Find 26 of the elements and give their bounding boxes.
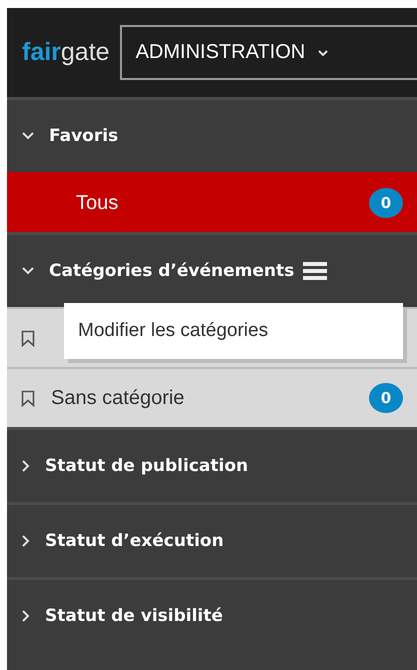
item-label: Tous bbox=[76, 192, 120, 214]
chevron-down-icon bbox=[21, 131, 35, 141]
section-header[interactable]: Statut de publication bbox=[7, 427, 417, 502]
count-badge: 0 bbox=[369, 188, 403, 218]
logo[interactable]: fairgate bbox=[22, 38, 110, 67]
item-label: Sans catégorie bbox=[51, 386, 186, 410]
section-header[interactable]: Statut de visibilité bbox=[7, 577, 417, 652]
count-badge: 0 bbox=[369, 383, 403, 413]
bookmark-icon bbox=[21, 390, 35, 406]
chevron-right-icon bbox=[21, 534, 31, 548]
chevron-down-icon bbox=[21, 266, 35, 276]
list-item[interactable]: Tous 0 bbox=[7, 172, 417, 232]
section-title: Statut de visibilité bbox=[45, 606, 223, 626]
caret-icon bbox=[317, 48, 330, 56]
section-title: Catégories d’événements bbox=[49, 261, 294, 281]
menu-item[interactable]: Modifier les catégories bbox=[64, 303, 403, 359]
section-header[interactable]: Statut d’exécution bbox=[7, 502, 417, 577]
bookmark-icon bbox=[21, 330, 35, 346]
chevron-right-icon bbox=[21, 609, 31, 623]
section-title: Favoris bbox=[49, 126, 118, 146]
menu-icon[interactable] bbox=[303, 261, 328, 281]
section-title: Statut de publication bbox=[45, 456, 248, 476]
list-item[interactable]: Sans catégorie 0 bbox=[7, 367, 417, 427]
chevron-right-icon bbox=[21, 459, 31, 473]
section-title: Statut d’exécution bbox=[45, 531, 224, 551]
module-dropdown[interactable]: ADMINISTRATION bbox=[120, 25, 417, 80]
